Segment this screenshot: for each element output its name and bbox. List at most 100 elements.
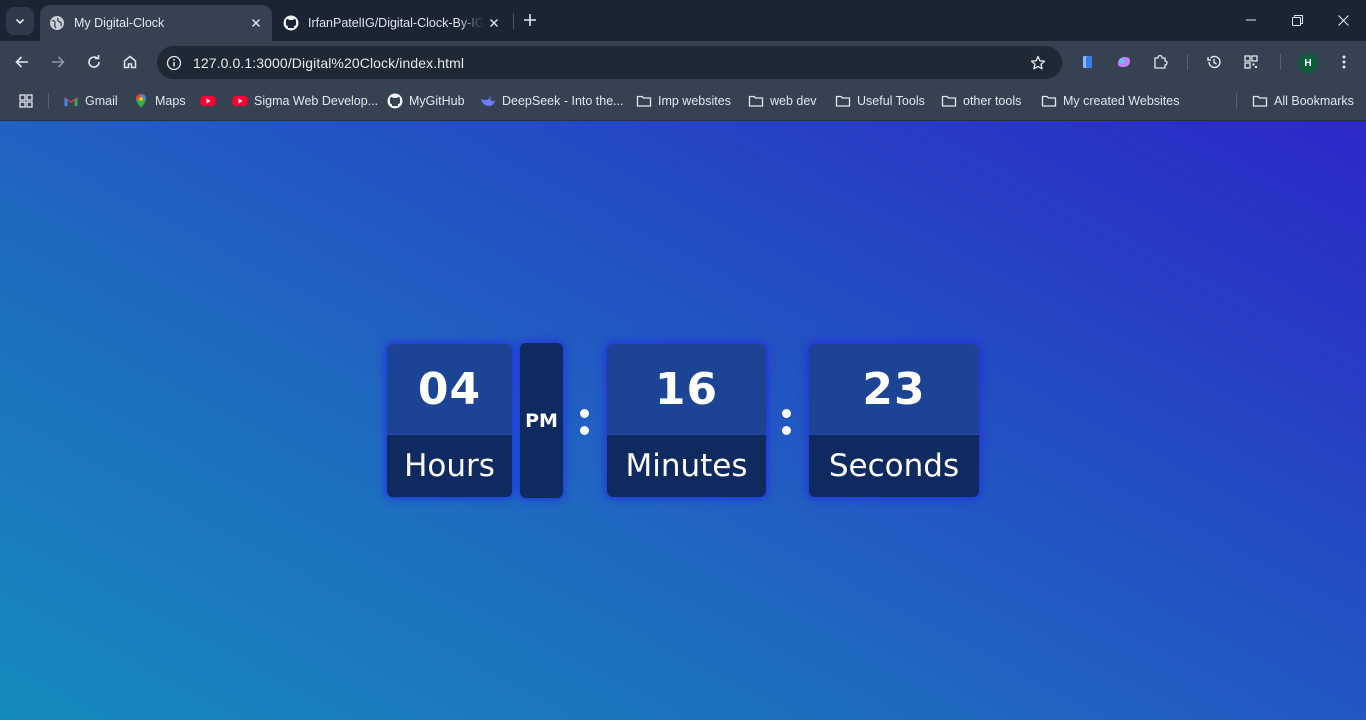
tab-title: My Digital-Clock [74, 16, 165, 30]
chevron-down-icon [15, 18, 25, 25]
puzzle-icon [1154, 54, 1168, 69]
toolbar: 127.0.0.1:3000/Digital%20Clock/index.htm… [0, 41, 1366, 83]
bookmark-folder-useful-tools[interactable]: Useful Tools [835, 91, 925, 111]
hours-card: 04 Hours [387, 344, 512, 497]
restore-icon [1291, 14, 1303, 26]
bookmark-mygithub[interactable]: MyGitHub [387, 91, 465, 111]
home-button[interactable] [116, 48, 144, 76]
bookmark-label: other tools [963, 94, 1022, 108]
qr-code-button[interactable] [1237, 48, 1265, 76]
bookmark-divider [1236, 93, 1237, 109]
tab-divider [513, 13, 514, 29]
close-window-button[interactable] [1320, 0, 1366, 40]
restore-button[interactable] [1274, 0, 1320, 40]
toolbar-divider [1187, 54, 1188, 70]
address-bar[interactable]: 127.0.0.1:3000/Digital%20Clock/index.htm… [157, 46, 1062, 79]
arrow-right-icon [52, 56, 65, 68]
bookmark-folder-other-tools[interactable]: other tools [941, 91, 1021, 111]
bookmark-deepseek[interactable]: DeepSeek - Into the... [480, 91, 624, 111]
bookmark-label: Sigma Web Develop... [254, 94, 379, 108]
page-background: 04 Hours PM 16 Minutes 23 Seconds [0, 121, 1366, 720]
globe-icon [49, 15, 65, 31]
hours-value: 04 [387, 344, 512, 434]
apps-grid-icon [18, 93, 34, 109]
folder-icon [941, 93, 957, 109]
tab-strip: My Digital-Clock IrfanPatelIG/Digital-Cl… [0, 0, 1366, 41]
color-extension-icon [1118, 57, 1130, 67]
youtube-icon [200, 93, 216, 109]
back-button[interactable] [8, 48, 36, 76]
bookmark-label: My created Websites [1063, 94, 1180, 108]
plus-icon [524, 14, 536, 26]
folder-icon [1041, 93, 1057, 109]
bookmark-label: Imp websites [658, 94, 731, 108]
tab-github-repo[interactable]: IrfanPatelIG/Digital-Clock-By-IG [274, 5, 510, 41]
bookmark-label: DeepSeek - Into the... [502, 94, 624, 108]
hours-label: Hours [387, 434, 512, 497]
profile-avatar[interactable]: H [1298, 53, 1318, 73]
folder-icon [835, 93, 851, 109]
folder-icon [748, 93, 764, 109]
apps-button[interactable] [18, 91, 40, 111]
github-icon [387, 93, 403, 109]
seconds-value: 23 [809, 344, 979, 434]
github-icon [283, 15, 299, 31]
close-icon[interactable] [246, 13, 266, 33]
arrow-left-icon [15, 56, 28, 68]
bookmark-label: MyGitHub [409, 94, 465, 108]
tab-search-button[interactable] [6, 7, 34, 35]
extension-docs-button[interactable] [1074, 48, 1102, 76]
new-tab-button[interactable] [518, 8, 542, 32]
kebab-menu-icon [1342, 55, 1346, 69]
folder-icon [1252, 93, 1268, 109]
bookmark-folder-my-created-websites[interactable]: My created Websites [1041, 91, 1179, 111]
bookmark-folder-imp-websites[interactable]: Imp websites [636, 91, 731, 111]
reload-icon [88, 55, 100, 68]
history-icon [1207, 55, 1221, 69]
home-icon [123, 55, 137, 69]
minutes-value: 16 [607, 344, 766, 434]
bookmarks-bar: Gmail Maps Sigma Web Develop... MyGitHub… [0, 83, 1366, 121]
document-extension-icon [1083, 56, 1092, 68]
bookmark-maps[interactable]: Maps [133, 91, 186, 111]
folder-icon [636, 93, 652, 109]
forward-button[interactable] [44, 48, 72, 76]
bookmark-divider [48, 93, 49, 109]
youtube-icon [232, 93, 248, 109]
bookmark-label: Gmail [85, 94, 118, 108]
minimize-button[interactable] [1228, 0, 1274, 40]
menu-button[interactable] [1330, 48, 1358, 76]
bookmark-label: Maps [155, 94, 186, 108]
history-button[interactable] [1200, 48, 1228, 76]
bookmark-folder-web-dev[interactable]: web dev [748, 91, 817, 111]
all-bookmarks-label: All Bookmarks [1274, 94, 1354, 108]
tab-title: IrfanPatelIG/Digital-Clock-By-IG [308, 16, 484, 30]
deepseek-icon [480, 93, 496, 109]
seconds-label: Seconds [809, 434, 979, 497]
site-info-icon[interactable] [162, 51, 186, 75]
qr-code-icon [1244, 55, 1258, 69]
close-icon [1337, 14, 1349, 26]
reload-button[interactable] [80, 48, 108, 76]
bookmark-label: web dev [770, 94, 817, 108]
gmail-icon [63, 93, 79, 109]
colon-separator [579, 403, 591, 439]
bookmark-label: Useful Tools [857, 94, 925, 108]
all-bookmarks-button[interactable]: All Bookmarks [1252, 91, 1354, 111]
colon-separator [781, 403, 793, 439]
minutes-label: Minutes [607, 434, 766, 497]
bookmark-star-icon[interactable] [1028, 53, 1048, 73]
seconds-card: 23 Seconds [809, 344, 979, 497]
bookmark-gmail[interactable]: Gmail [63, 91, 118, 111]
url-text[interactable]: 127.0.0.1:3000/Digital%20Clock/index.htm… [193, 55, 464, 71]
tab-my-digital-clock[interactable]: My Digital-Clock [40, 5, 272, 41]
bookmark-youtube[interactable] [200, 91, 222, 111]
extension-color-button[interactable] [1110, 48, 1138, 76]
bookmark-sigma-web-dev[interactable]: Sigma Web Develop... [232, 91, 378, 111]
extensions-button[interactable] [1146, 48, 1174, 76]
toolbar-divider [1280, 54, 1281, 70]
minutes-card: 16 Minutes [607, 344, 766, 497]
minimize-icon [1246, 19, 1256, 21]
close-icon[interactable] [484, 13, 504, 33]
ampm-indicator: PM [520, 343, 563, 498]
